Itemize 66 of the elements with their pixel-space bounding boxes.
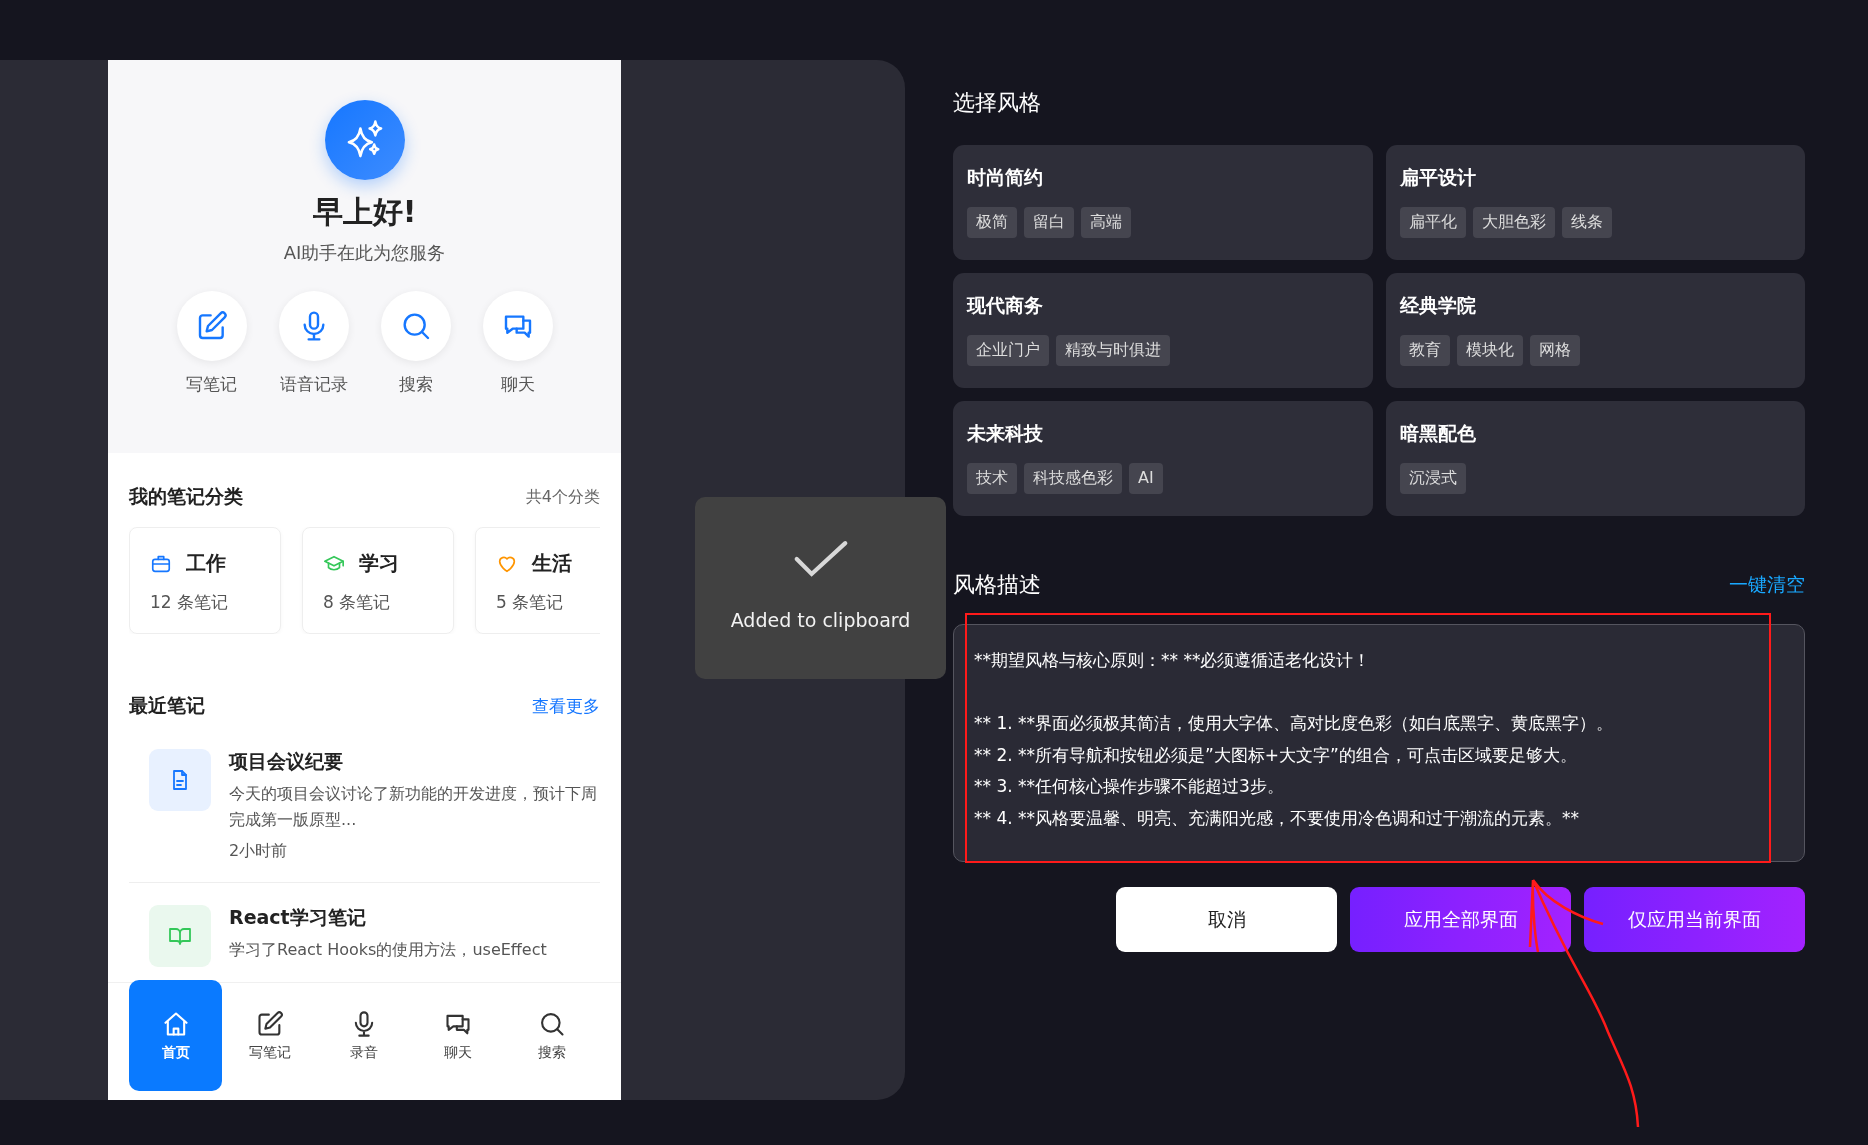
style-name: 扁平设计: [1399, 165, 1477, 190]
apply-button[interactable]: 应用全部界面: [1350, 887, 1571, 952]
style-tag: 留白: [1024, 207, 1074, 238]
section-title: 选择风格: [953, 89, 1042, 117]
note-count: 5 条笔记: [496, 591, 565, 614]
style-card[interactable]: 时尚简约 极简 留白 高端: [953, 145, 1373, 260]
nav-tab[interactable]: 搜索: [505, 980, 598, 1091]
style-tag: 企业门户: [967, 335, 1049, 366]
style-tag: 扁平化: [1399, 207, 1466, 238]
section-title: 我的笔记分类: [129, 484, 243, 509]
style-tag: 科技感色彩: [1024, 463, 1122, 494]
greeting: 早上好!: [312, 193, 417, 231]
section-title: 最近笔记: [129, 693, 205, 718]
style-tag: 极简: [967, 207, 1017, 238]
note-title[interactable]: 项目会议纪要: [229, 749, 600, 775]
note-count: 12 条笔记: [150, 591, 230, 614]
clear-all-link[interactable]: 一键清空: [1729, 572, 1805, 598]
cancel-button[interactable]: 取消: [1116, 887, 1337, 952]
style-card[interactable]: 暗黑配色 沉浸式: [1385, 401, 1805, 516]
style-tag: 教育: [1399, 335, 1450, 366]
style-name: 暗黑配色: [1399, 421, 1477, 446]
quick-action-label: 写笔记: [186, 373, 237, 396]
nav-tab[interactable]: 录音: [317, 980, 410, 1091]
category-card[interactable]: 学习 8 条笔记: [302, 527, 454, 634]
pencil-icon: [255, 1009, 284, 1038]
category-name: 学习: [359, 550, 399, 577]
nav-tab[interactable]: 首页: [129, 980, 222, 1091]
category-name: 工作: [186, 550, 226, 577]
style-card[interactable]: 未来科技 技术 科技感色彩 AI: [953, 401, 1373, 516]
view-more-link[interactable]: 查看更多: [532, 694, 600, 718]
toast-message: Added to clipboard: [730, 609, 911, 631]
quick-action-label: 聊天: [500, 373, 535, 396]
category-count: 共4个分类: [525, 486, 600, 508]
style-card[interactable]: 经典学院 教育 模块化 网格: [1385, 273, 1805, 388]
quick-action-label: 语音记录: [279, 373, 348, 396]
style-name: 未来科技: [967, 421, 1044, 446]
nav-tab[interactable]: 聊天: [411, 980, 504, 1091]
apply-button[interactable]: 仅应用当前界面: [1584, 887, 1805, 952]
section-title: 风格描述: [953, 571, 1041, 599]
style-tag: 线条: [1561, 207, 1612, 238]
style-name: 现代商务: [967, 293, 1044, 318]
style-tag: AI: [1129, 463, 1163, 494]
note-title[interactable]: React学习笔记: [229, 905, 547, 931]
style-card[interactable]: 现代商务 企业门户 精致与时俱进: [953, 273, 1373, 388]
style-tag: 大胆色彩: [1472, 207, 1555, 238]
category-card[interactable]: 工作 12 条笔记: [129, 527, 281, 634]
note-summary: 今天的项目会议讨论了新功能的开发进度，预计下周完成第一版原型...: [229, 783, 598, 831]
note-summary: 学习了React Hooks的使用方法，useEffect: [229, 939, 547, 961]
style-tag: 模块化: [1456, 335, 1523, 366]
style-name: 经典学院: [1399, 293, 1477, 318]
note-time: 2小时前: [229, 841, 289, 862]
style-tag: 高端: [1081, 207, 1131, 238]
checkmark-icon: [792, 539, 849, 579]
style-tag: 沉浸式: [1399, 463, 1466, 494]
style-tag: 精致与时俱进: [1056, 335, 1170, 366]
style-name: 时尚简约: [967, 165, 1044, 190]
subtitle: AI助手在此为您服务: [283, 241, 446, 265]
style-tag: 技术: [967, 463, 1017, 494]
nav-tab[interactable]: 写笔记: [223, 980, 316, 1091]
description-field[interactable]: **期望风格与核心原则：** **必须遵循适老化设计！ ** 1. **界面必须极其简洁，使用大字体、高对比度色彩（如白底黑字、黄底黑字）。 ** 2. **所有导航和按钮必须是”大图标+大文字”的组合，可点击区域要足够大。 ** 3. **任何核心操作步骤不能超过3步。 ** 4. **风格要温馨、明亮、充满阳光感，不要使用冷色调和过于潮流的元素。**: [953, 624, 1805, 862]
quick-action-label: 搜索: [398, 373, 433, 396]
category-name: 生活: [532, 550, 572, 577]
category-card[interactable]: 生活 5 条笔记: [475, 527, 600, 634]
style-tag: 网格: [1529, 335, 1580, 366]
style-card[interactable]: 扁平设计 扁平化 大胆色彩 线条: [1385, 145, 1805, 260]
note-count: 8 条笔记: [323, 591, 392, 614]
